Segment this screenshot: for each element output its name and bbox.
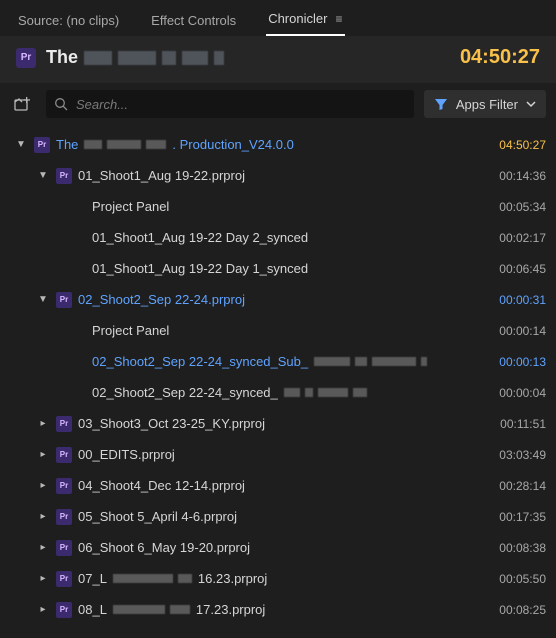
tree-item-label: Project Panel bbox=[92, 199, 478, 214]
premiere-icon: Pr bbox=[56, 168, 72, 184]
project-tree: ▼ Pr The . Production_V24.0.0 04:50:27 ▼… bbox=[0, 125, 556, 625]
tree-row[interactable]: 01_Shoot1_Aug 19-22 Day 2_synced 00:02:17 bbox=[10, 222, 546, 253]
premiere-icon: Pr bbox=[34, 137, 50, 153]
tree-item-label: 01_Shoot1_Aug 19-22 Day 1_synced bbox=[92, 261, 478, 276]
tree-item-label: 02_Shoot2_Sep 22-24_synced_Sub_ bbox=[92, 354, 478, 369]
tree-row[interactable]: ▸ Pr 03_Shoot3_Oct 23-25_KY.prproj 00:11:51 bbox=[10, 408, 546, 439]
tree-item-label: 02_Shoot2_Sep 22-24.prproj bbox=[78, 292, 478, 307]
tree-row[interactable]: ▸ Pr 07_L16.23.prproj 00:05:50 bbox=[10, 563, 546, 594]
tree-root-time: 04:50:27 bbox=[484, 138, 546, 152]
panel-menu-icon[interactable]: ≡ bbox=[335, 12, 343, 26]
chevron-down-icon bbox=[526, 99, 536, 109]
tree-item-time: 00:06:45 bbox=[484, 262, 546, 276]
tree-item-label: 03_Shoot3_Oct 23-25_KY.prproj bbox=[78, 416, 478, 431]
chevron-right-icon[interactable]: ▸ bbox=[36, 573, 50, 584]
tree-row[interactable]: ▸ Pr 05_Shoot 5_April 4-6.prproj 00:17:35 bbox=[10, 501, 546, 532]
chevron-right-icon[interactable]: ▸ bbox=[36, 480, 50, 491]
tree-item-label: 06_Shoot 6_May 19-20.prproj bbox=[78, 540, 478, 555]
tree-item-time: 00:17:35 bbox=[484, 510, 546, 524]
search-input[interactable] bbox=[74, 96, 406, 113]
tree-row[interactable]: 01_Shoot1_Aug 19-22 Day 1_synced 00:06:45 bbox=[10, 253, 546, 284]
tree-item-label: 01_Shoot1_Aug 19-22 Day 2_synced bbox=[92, 230, 478, 245]
premiere-icon: Pr bbox=[56, 292, 72, 308]
chevron-right-icon[interactable]: ▸ bbox=[36, 604, 50, 615]
tab-source[interactable]: Source: (no clips) bbox=[16, 9, 121, 36]
chevron-right-icon[interactable]: ▸ bbox=[36, 511, 50, 522]
apps-filter-button[interactable]: Apps Filter bbox=[424, 90, 546, 118]
project-title: The bbox=[46, 47, 224, 68]
tree-item-label: 08_L17.23.prproj bbox=[78, 602, 478, 617]
tree-item-label: Project Panel bbox=[92, 323, 478, 338]
tree-item-time: 03:03:49 bbox=[484, 448, 546, 462]
tree-row[interactable]: ▼ Pr 02_Shoot2_Sep 22-24.prproj 00:00:31 bbox=[10, 284, 546, 315]
apps-filter-label: Apps Filter bbox=[456, 97, 518, 112]
premiere-icon: Pr bbox=[56, 509, 72, 525]
tree-row[interactable]: ▸ Pr 08_L17.23.prproj 00:08:25 bbox=[10, 594, 546, 625]
tab-effect-controls[interactable]: Effect Controls bbox=[149, 9, 238, 36]
tree-item-time: 00:00:14 bbox=[484, 324, 546, 338]
tab-chronicler[interactable]: Chronicler ≡ bbox=[266, 7, 345, 36]
label-redacted bbox=[113, 605, 190, 614]
tree-item-label: 05_Shoot 5_April 4-6.prproj bbox=[78, 509, 478, 524]
search-icon bbox=[54, 97, 68, 111]
filter-icon bbox=[434, 97, 448, 111]
tree-row[interactable]: ▸ Pr 00_EDITS.prproj 03:03:49 bbox=[10, 439, 546, 470]
tree-item-time: 00:08:25 bbox=[484, 603, 546, 617]
premiere-icon: Pr bbox=[56, 602, 72, 618]
tree-item-time: 00:05:50 bbox=[484, 572, 546, 586]
search-box[interactable] bbox=[46, 90, 414, 118]
tree-item-time: 00:00:04 bbox=[484, 386, 546, 400]
chevron-right-icon[interactable]: ▸ bbox=[36, 542, 50, 553]
tree-item-time: 00:00:31 bbox=[484, 293, 546, 307]
premiere-icon: Pr bbox=[56, 478, 72, 494]
tree-row[interactable]: Project Panel 00:00:14 bbox=[10, 315, 546, 346]
panel-tabs: Source: (no clips) Effect Controls Chron… bbox=[0, 0, 556, 36]
premiere-icon: Pr bbox=[56, 447, 72, 463]
tree-item-time: 00:08:38 bbox=[484, 541, 546, 555]
title-bar: Pr The 04:50:27 bbox=[0, 36, 556, 83]
tree-root-row[interactable]: ▼ Pr The . Production_V24.0.0 04:50:27 bbox=[10, 129, 546, 160]
tree-row[interactable]: ▸ Pr 06_Shoot 6_May 19-20.prproj 00:08:38 bbox=[10, 532, 546, 563]
title-redacted bbox=[84, 51, 224, 65]
tree-item-label: 04_Shoot4_Dec 12-14.prproj bbox=[78, 478, 478, 493]
tree-item-label: 07_L16.23.prproj bbox=[78, 571, 478, 586]
toolbar: Apps Filter bbox=[0, 83, 556, 125]
chevron-down-icon[interactable]: ▼ bbox=[36, 294, 50, 305]
tree-item-time: 00:28:14 bbox=[484, 479, 546, 493]
tree-item-time: 00:14:36 bbox=[484, 169, 546, 183]
tree-item-time: 00:11:51 bbox=[484, 417, 546, 431]
premiere-icon: Pr bbox=[56, 571, 72, 587]
total-duration: 04:50:27 bbox=[460, 46, 540, 69]
tree-root-label: The . Production_V24.0.0 bbox=[56, 137, 478, 152]
premiere-icon: Pr bbox=[16, 48, 36, 68]
chevron-down-icon[interactable]: ▼ bbox=[14, 139, 28, 150]
premiere-icon: Pr bbox=[56, 416, 72, 432]
tree-item-time: 00:00:13 bbox=[484, 355, 546, 369]
tree-row[interactable]: 02_Shoot2_Sep 22-24_synced_ 00:00:04 bbox=[10, 377, 546, 408]
tree-row[interactable]: Project Panel 00:05:34 bbox=[10, 191, 546, 222]
tree-row[interactable]: ▼ Pr 01_Shoot1_Aug 19-22.prproj 00:14:36 bbox=[10, 160, 546, 191]
bin-plus-icon bbox=[14, 95, 32, 113]
tree-item-label: 00_EDITS.prproj bbox=[78, 447, 478, 462]
label-redacted bbox=[113, 574, 192, 583]
label-redacted bbox=[84, 140, 166, 149]
label-redacted bbox=[284, 388, 367, 397]
title-left: Pr The bbox=[16, 47, 224, 68]
tree-row[interactable]: ▸ Pr 04_Shoot4_Dec 12-14.prproj 00:28:14 bbox=[10, 470, 546, 501]
label-redacted bbox=[314, 357, 427, 366]
premiere-icon: Pr bbox=[56, 540, 72, 556]
tree-item-time: 00:02:17 bbox=[484, 231, 546, 245]
chevron-right-icon[interactable]: ▸ bbox=[36, 418, 50, 429]
chevron-down-icon[interactable]: ▼ bbox=[36, 170, 50, 181]
tree-row[interactable]: 02_Shoot2_Sep 22-24_synced_Sub_ 00:00:13 bbox=[10, 346, 546, 377]
chevron-right-icon[interactable]: ▸ bbox=[36, 449, 50, 460]
tree-item-label: 02_Shoot2_Sep 22-24_synced_ bbox=[92, 385, 478, 400]
tab-chronicler-label: Chronicler bbox=[268, 11, 327, 26]
new-bin-button[interactable] bbox=[10, 91, 36, 117]
tree-item-time: 00:05:34 bbox=[484, 200, 546, 214]
tree-item-label: 01_Shoot1_Aug 19-22.prproj bbox=[78, 168, 478, 183]
